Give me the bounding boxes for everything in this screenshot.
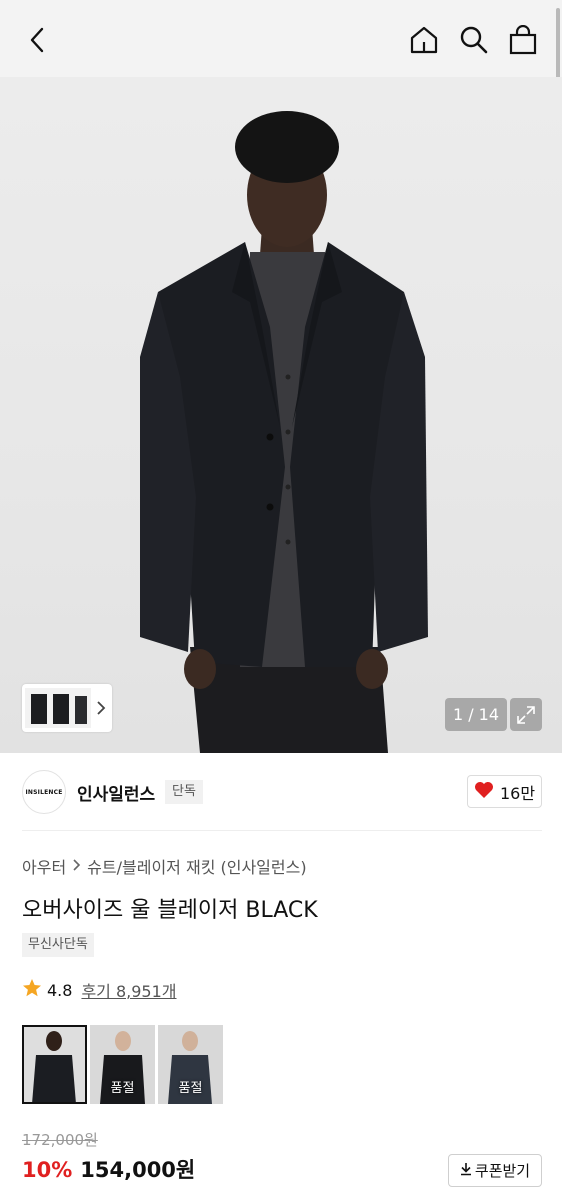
rating-row: 4.8 후기 8,951개 (22, 978, 177, 1002)
coupon-label: 쿠폰받기 (474, 1162, 531, 1180)
breadcrumb-item[interactable]: 슈트/블레이저 재킷 (인사일런스) (87, 854, 306, 878)
heart-icon (474, 781, 494, 803)
color-options: 품절 품절 (22, 1025, 223, 1104)
product-title: 오버사이즈 울 블레이저 BLACK (22, 898, 318, 923)
expand-icon[interactable] (510, 698, 542, 731)
soldout-label: 품절 (178, 1081, 203, 1096)
brand-row: INSILENCE 인사일런스 단독 16만 (0, 753, 562, 830)
shopping-bag-icon[interactable] (503, 20, 543, 60)
download-icon (460, 1162, 472, 1180)
rating-score: 4.8 (47, 980, 73, 1000)
original-price: 172,000원 (22, 1131, 98, 1149)
review-link[interactable]: 후기 8,951개 (81, 978, 176, 1002)
scrollbar[interactable] (556, 8, 560, 88)
breadcrumb: 아우터 슈트/블레이저 재킷 (인사일런스) (22, 854, 307, 878)
discount-rate: 10% (22, 1158, 73, 1182)
sale-price: 154,000원 (80, 1158, 196, 1182)
chevron-right-icon (95, 700, 107, 716)
back-arrow-icon[interactable] (18, 20, 58, 60)
product-main-image[interactable]: 1 / 14 (0, 77, 562, 753)
model-photo (140, 111, 428, 753)
exclusive-badge: 무신사단독 (22, 933, 94, 957)
brand-name[interactable]: 인사일런스 (77, 780, 155, 805)
image-thumbnail-strip[interactable] (22, 684, 112, 732)
like-count: 16만 (499, 783, 536, 803)
coupon-button[interactable]: 쿠폰받기 (448, 1154, 542, 1187)
color-option-black[interactable] (22, 1025, 87, 1104)
brand-logo[interactable]: INSILENCE (22, 770, 66, 814)
home-icon[interactable] (404, 20, 444, 60)
top-navigation-bar (0, 0, 562, 88)
star-icon (22, 978, 42, 1002)
color-option-soldout[interactable]: 품절 (158, 1025, 223, 1104)
image-counter: 1 / 14 (445, 698, 507, 731)
chevron-right-icon (72, 857, 81, 876)
color-option-soldout[interactable]: 품절 (90, 1025, 155, 1104)
soldout-label: 품절 (110, 1081, 135, 1096)
search-icon[interactable] (454, 20, 494, 60)
brand-logo-text: INSILENCE (25, 788, 63, 796)
divider (22, 830, 542, 831)
thumbnail-preview (25, 688, 91, 728)
brand-exclusive-tag: 단독 (165, 780, 203, 804)
like-button[interactable]: 16만 (467, 775, 542, 808)
price-row: 10% 154,000원 (22, 1154, 195, 1184)
breadcrumb-item[interactable]: 아우터 (22, 854, 66, 878)
